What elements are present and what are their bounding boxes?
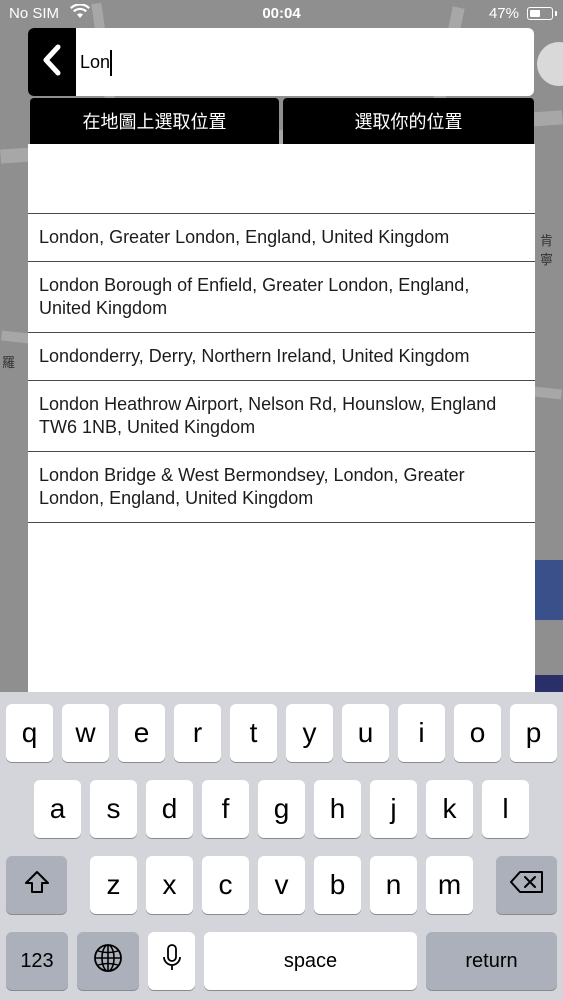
search-bar — [28, 28, 534, 96]
globe-icon — [93, 943, 123, 980]
result-item[interactable]: London Heathrow Airport, Nelson Rd, Houn… — [28, 381, 535, 452]
key-e[interactable]: e — [118, 704, 165, 762]
chevron-left-icon — [41, 44, 63, 81]
microphone-key[interactable] — [148, 932, 195, 990]
map-label: 肯 寧 — [540, 233, 554, 267]
key-c[interactable]: c — [202, 856, 249, 914]
key-l[interactable]: l — [482, 780, 529, 838]
map-control-button[interactable] — [537, 42, 563, 86]
key-n[interactable]: n — [370, 856, 417, 914]
blank-row — [28, 144, 535, 214]
key-r[interactable]: r — [174, 704, 221, 762]
map-water — [533, 560, 563, 620]
key-a[interactable]: a — [34, 780, 81, 838]
key-s[interactable]: s — [90, 780, 137, 838]
numbers-key[interactable]: 123 — [6, 932, 68, 990]
text-cursor — [110, 50, 112, 76]
key-w[interactable]: w — [62, 704, 109, 762]
shift-key[interactable] — [6, 856, 67, 914]
pick-my-location-button[interactable]: 選取你的位置 — [283, 98, 534, 144]
pick-on-map-button[interactable]: 在地圖上選取位置 — [30, 98, 279, 144]
key-q[interactable]: q — [6, 704, 53, 762]
result-item[interactable]: Londonderry, Derry, Northern Ireland, Un… — [28, 333, 535, 381]
key-o[interactable]: o — [454, 704, 501, 762]
status-bar: No SIM 00:04 47% — [0, 0, 563, 28]
backspace-icon — [509, 869, 544, 901]
key-v[interactable]: v — [258, 856, 305, 914]
keyboard: q w e r t y u i o p a s d f g h j k l z … — [0, 692, 563, 1000]
space-key[interactable]: space — [204, 932, 417, 990]
key-x[interactable]: x — [146, 856, 193, 914]
key-g[interactable]: g — [258, 780, 305, 838]
battery-percent: 47% — [488, 5, 519, 22]
key-b[interactable]: b — [314, 856, 361, 914]
key-j[interactable]: j — [370, 780, 417, 838]
result-item[interactable]: London Bridge & West Bermondsey, London,… — [28, 452, 535, 523]
search-input[interactable] — [80, 46, 520, 78]
key-d[interactable]: d — [146, 780, 193, 838]
delete-key[interactable] — [496, 856, 557, 914]
key-m[interactable]: m — [426, 856, 473, 914]
results-list: London, Greater London, England, United … — [28, 144, 535, 693]
key-z[interactable]: z — [90, 856, 137, 914]
result-item[interactable]: London Borough of Enfield, Greater Londo… — [28, 262, 535, 333]
result-item[interactable]: London, Greater London, England, United … — [28, 214, 535, 262]
return-key[interactable]: return — [426, 932, 557, 990]
back-button[interactable] — [28, 28, 76, 96]
key-y[interactable]: y — [286, 704, 333, 762]
battery-icon — [527, 7, 557, 20]
microphone-icon — [162, 943, 182, 980]
globe-key[interactable] — [77, 932, 139, 990]
key-t[interactable]: t — [230, 704, 277, 762]
map-label: 羅 — [2, 355, 16, 370]
key-u[interactable]: u — [342, 704, 389, 762]
key-k[interactable]: k — [426, 780, 473, 838]
key-i[interactable]: i — [398, 704, 445, 762]
shift-icon — [24, 869, 50, 901]
key-p[interactable]: p — [510, 704, 557, 762]
key-h[interactable]: h — [314, 780, 361, 838]
key-f[interactable]: f — [202, 780, 249, 838]
clock: 00:04 — [262, 5, 301, 22]
